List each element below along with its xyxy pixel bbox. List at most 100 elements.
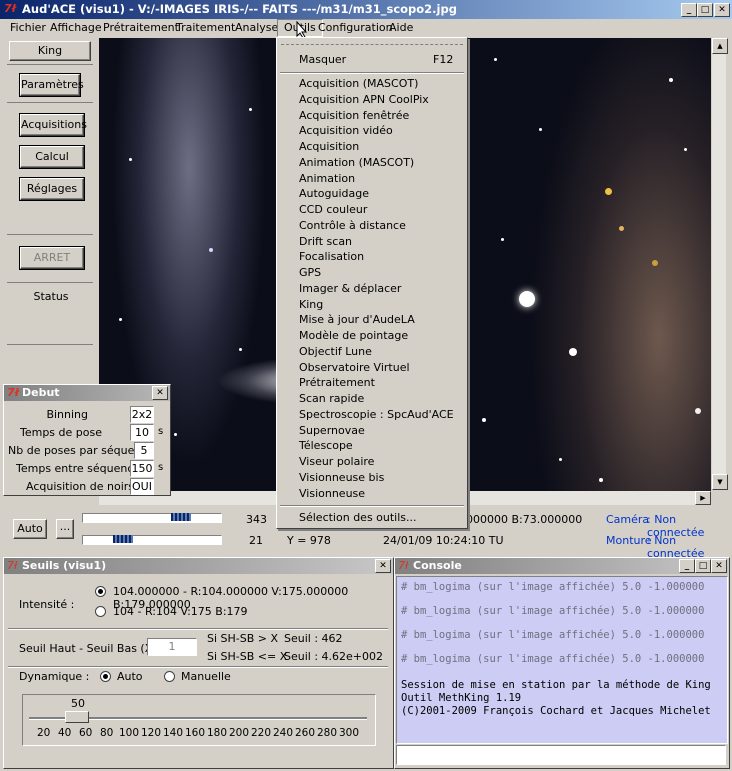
- menu-item[interactable]: Mise à jour d'AudeLA: [299, 312, 415, 328]
- datetime: 24/01/09 10:24:10 TU: [383, 534, 504, 547]
- maximize-button[interactable]: □: [695, 559, 711, 573]
- minimize-button[interactable]: _: [681, 3, 697, 17]
- close-button[interactable]: ✕: [711, 559, 727, 573]
- menu-item[interactable]: Observatoire Virtuel: [299, 360, 410, 376]
- star: [684, 148, 687, 151]
- close-button[interactable]: ✕: [152, 386, 168, 400]
- dynamique-label: Dynamique :: [19, 670, 90, 683]
- tearoff-line[interactable]: [281, 44, 463, 45]
- menu-item[interactable]: Contrôle à distance: [299, 218, 406, 234]
- app-icon: 7ł: [7, 386, 19, 399]
- app-icon: 7ł: [4, 2, 16, 15]
- radio-icon[interactable]: [95, 606, 106, 617]
- status-label: Status: [33, 290, 69, 303]
- menu-item[interactable]: Focalisation: [299, 249, 364, 265]
- king-button[interactable]: King: [9, 41, 91, 61]
- slider-thumb[interactable]: [171, 513, 191, 521]
- console-window: 7ł Console _ □ ✕ # bm_logima (sur l'imag…: [394, 557, 730, 769]
- monture-label[interactable]: Monture: [606, 534, 652, 547]
- star: [501, 238, 504, 241]
- menu-item[interactable]: Autoguidage: [299, 186, 369, 202]
- menu-item[interactable]: Animation: [299, 171, 355, 187]
- menu-item[interactable]: Scan rapide: [299, 391, 364, 407]
- camera-label[interactable]: Caméra: [606, 513, 649, 526]
- tick-label: 300: [339, 727, 360, 739]
- console-output-line: Outil MethKing 1.19: [401, 692, 522, 704]
- menu-item[interactable]: Acquisition (MASCOT): [299, 76, 418, 92]
- seuil-input[interactable]: 1: [147, 638, 197, 656]
- exposure-field[interactable]: 10: [130, 424, 154, 441]
- menu-item-masquer[interactable]: Masquer: [299, 52, 346, 68]
- menu-item[interactable]: Visionneuse bis: [299, 470, 384, 486]
- slider-ticks: 20 40 60 80 100 120 140 160 180 200 220 …: [23, 727, 375, 741]
- reglages-button[interactable]: Réglages: [19, 177, 85, 201]
- menu-item[interactable]: Acquisition fenêtrée: [299, 108, 409, 124]
- scroll-right-icon[interactable]: ▶: [695, 491, 711, 505]
- auto-button[interactable]: Auto: [13, 519, 47, 539]
- ellipsis-button[interactable]: ...: [56, 519, 74, 539]
- menu-item[interactable]: Télescope: [299, 438, 353, 454]
- intensite-option-2[interactable]: 104 - R:104 V:175 B:179: [113, 605, 248, 618]
- menu-item[interactable]: Visionneuse: [299, 486, 365, 502]
- menu-item[interactable]: Viseur polaire: [299, 454, 374, 470]
- menu-item[interactable]: Acquisition: [299, 139, 359, 155]
- menu-item[interactable]: Prétraitement: [299, 375, 375, 391]
- y-coordinate: Y = 978: [287, 534, 331, 547]
- menu-item[interactable]: King: [299, 297, 323, 313]
- acquisitions-button[interactable]: Acquisitions: [19, 113, 87, 137]
- slider-thumb[interactable]: [113, 535, 133, 543]
- console-output[interactable]: # bm_logima (sur l'image affichée) 5.0 -…: [396, 576, 728, 744]
- threshold-slider-high[interactable]: [82, 513, 222, 523]
- menu-item[interactable]: Objectif Lune: [299, 344, 372, 360]
- tick-label: 120: [141, 727, 162, 739]
- unit-label: s: [158, 462, 164, 473]
- dynamique-slider-thumb[interactable]: [65, 711, 89, 723]
- scroll-up-icon[interactable]: ▲: [712, 38, 728, 54]
- condition-1: Si SH-SB > X: [207, 632, 279, 645]
- result-1: Seuil : 462: [284, 632, 343, 645]
- menu-item[interactable]: GPS: [299, 265, 321, 281]
- poses-field[interactable]: 5: [134, 442, 154, 459]
- menu-item[interactable]: Modèle de pointage: [299, 328, 408, 344]
- menu-item[interactable]: Acquisition APN CoolPix: [299, 92, 429, 108]
- interval-field[interactable]: 150: [130, 460, 154, 477]
- app-icon: 7ł: [7, 559, 18, 572]
- parametres-button[interactable]: Paramètres: [19, 73, 84, 97]
- menu-bar: Fichier Affichage Prétraitement Traiteme…: [0, 19, 732, 39]
- close-button[interactable]: ✕: [714, 3, 730, 17]
- star: [605, 188, 612, 195]
- radio-selected-icon[interactable]: [100, 671, 111, 682]
- menu-item[interactable]: Supernovae: [299, 423, 365, 439]
- seuil-label: Seuil Haut - Seuil Bas (X) :: [19, 642, 164, 655]
- menu-item-selection-outils[interactable]: Sélection des outils...: [299, 510, 417, 526]
- app-icon: 7ł: [398, 559, 409, 572]
- dynamique-auto[interactable]: Auto: [117, 670, 143, 683]
- maximize-button[interactable]: □: [697, 3, 713, 17]
- binning-field[interactable]: 2x2: [130, 406, 154, 423]
- dynamique-manuelle[interactable]: Manuelle: [181, 670, 231, 683]
- menu-item[interactable]: CCD couleur: [299, 202, 367, 218]
- close-button[interactable]: ✕: [375, 559, 391, 573]
- vertical-scrollbar[interactable]: ▲ ▼: [712, 38, 728, 490]
- star: [129, 158, 132, 161]
- low-value: 21: [249, 534, 263, 547]
- intensite-label: Intensité :: [19, 598, 75, 611]
- debut-row: Binning 2x2: [4, 406, 170, 424]
- console-input[interactable]: [396, 745, 726, 765]
- minimize-button[interactable]: _: [679, 559, 695, 573]
- menu-item[interactable]: Imager & déplacer: [299, 281, 401, 297]
- darks-field[interactable]: OUI: [130, 478, 154, 495]
- menu-item[interactable]: Acquisition vidéo: [299, 123, 393, 139]
- arret-button[interactable]: ARRET: [19, 246, 85, 270]
- calcul-button[interactable]: Calcul: [19, 145, 85, 169]
- scroll-down-icon[interactable]: ▼: [712, 474, 728, 490]
- menu-item[interactable]: Drift scan: [299, 234, 352, 250]
- console-output-line: (C)2001-2009 François Cochard et Jacques…: [401, 705, 711, 717]
- menu-aide[interactable]: Aide: [383, 19, 419, 37]
- star: [174, 433, 177, 436]
- menu-item[interactable]: Spectroscopie : SpcAud'ACE: [299, 407, 454, 423]
- threshold-slider-low[interactable]: [82, 535, 222, 545]
- radio-icon[interactable]: [164, 671, 175, 682]
- radio-selected-icon[interactable]: [95, 586, 106, 597]
- menu-item[interactable]: Animation (MASCOT): [299, 155, 414, 171]
